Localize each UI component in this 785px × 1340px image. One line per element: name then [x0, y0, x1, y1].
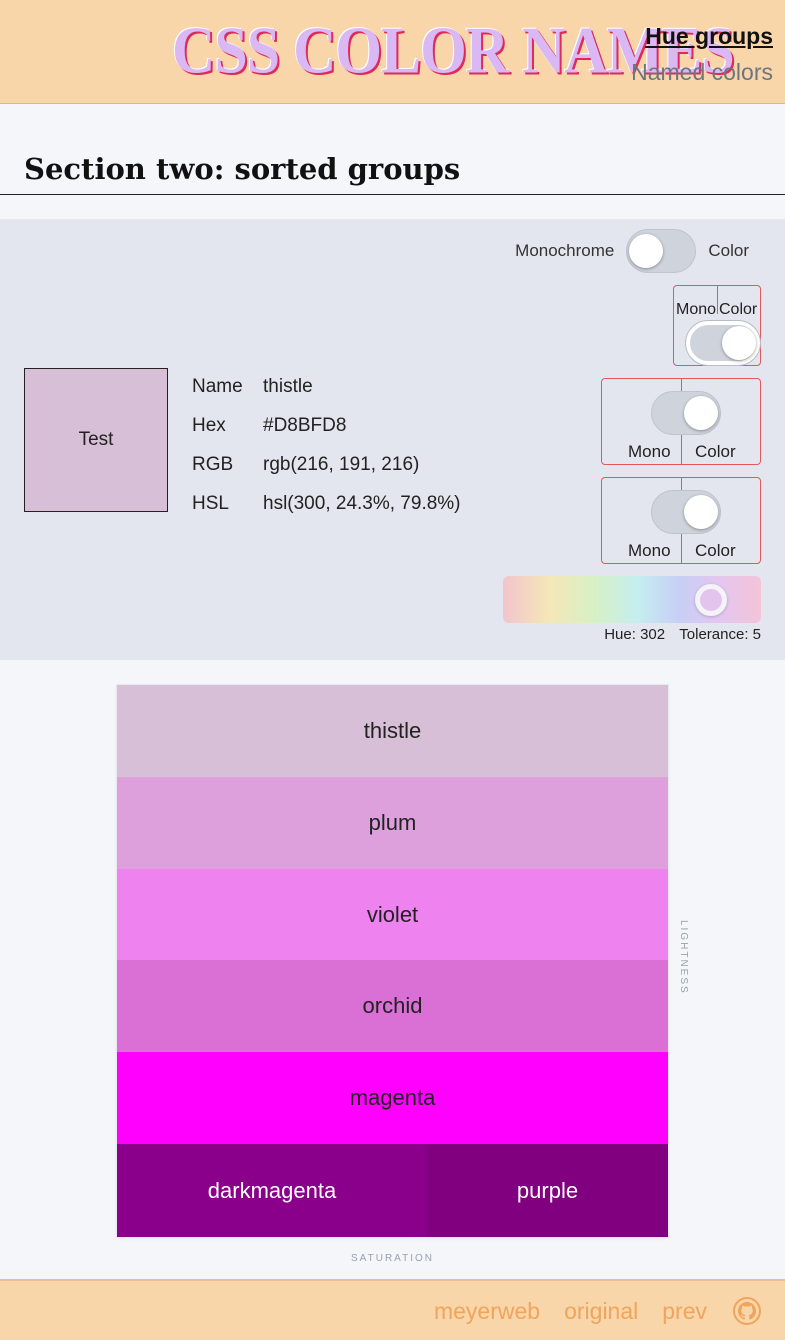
color-band-magenta[interactable]: magenta: [117, 1052, 668, 1144]
controls-panel: Monochrome Color Mono Color Mono Color M…: [0, 219, 785, 660]
github-icon[interactable]: [733, 1297, 761, 1325]
toggle-2-switch[interactable]: [686, 321, 760, 365]
info-value: #D8BFD8: [263, 414, 347, 436]
color-band-thistle[interactable]: thistle: [117, 685, 668, 777]
color-band-purple[interactable]: purple: [427, 1144, 668, 1237]
color-band-violet[interactable]: violet: [117, 869, 668, 960]
toggle-3-switch[interactable]: [651, 391, 721, 435]
info-value: rgb(216, 191, 216): [263, 453, 420, 475]
main-nav: Hue groups Named colors: [631, 18, 773, 90]
hue-label: Hue: 302: [604, 626, 666, 643]
info-key: HSL: [192, 492, 229, 514]
info-row-hex: Hex #D8BFD8: [192, 406, 461, 445]
toggle-box-2-left-label: Mono: [676, 301, 717, 318]
footer-links: meyerweb original prev: [410, 1297, 761, 1325]
y-axis-label: LIGHTNESS: [678, 920, 689, 995]
footer-link-original[interactable]: original: [564, 1298, 638, 1325]
color-band-darkmagenta[interactable]: darkmagenta: [117, 1144, 427, 1237]
toggle-4-switch[interactable]: [651, 490, 721, 534]
toggle-box-4-right-label: Color: [695, 541, 736, 560]
info-key: Hex: [192, 414, 226, 436]
title-divider: [0, 194, 785, 195]
color-info: Name thistle Hex #D8BFD8 RGB rgb(216, 19…: [192, 367, 461, 523]
github-icon: [738, 1302, 756, 1320]
hue-slider-thumb[interactable]: [695, 584, 727, 616]
monochrome-color-switch[interactable]: [626, 229, 697, 273]
toggle-box-3-right-label: Color: [695, 442, 736, 461]
info-row-rgb: RGB rgb(216, 191, 216): [192, 445, 461, 484]
color-swatch: Test: [24, 368, 168, 512]
toggle-box-3-left-label: Mono: [628, 442, 671, 461]
color-group-chart: thistle plum violet orchid magenta darkm…: [117, 685, 668, 1237]
section-title: Section two: sorted groups: [24, 152, 461, 186]
x-axis-label: SATURATION: [351, 1253, 434, 1264]
toggle-box-4: Mono Color: [601, 477, 761, 564]
info-value: thistle: [263, 375, 313, 397]
toggle-box-2-right-label: Color: [719, 301, 758, 318]
site-header: CSS COLOR NAMES Hue groups Named colors: [0, 0, 785, 104]
nav-hue-groups[interactable]: Hue groups: [631, 18, 773, 54]
footer-link-prev[interactable]: prev: [662, 1298, 707, 1325]
footer-link-meyerweb[interactable]: meyerweb: [434, 1298, 540, 1325]
switch-knob: [684, 495, 718, 529]
mode-toggle-left-label: Monochrome: [515, 241, 615, 260]
nav-named-colors[interactable]: Named colors: [631, 54, 773, 90]
toggle-box-3: Mono Color: [601, 378, 761, 465]
mode-toggle-right-label: Color: [708, 241, 749, 260]
site-footer: meyerweb original prev: [0, 1279, 785, 1340]
tolerance-label: Tolerance: 5: [679, 626, 761, 643]
info-row-name: Name thistle: [192, 367, 461, 406]
switch-knob: [722, 326, 756, 360]
info-value: hsl(300, 24.3%, 79.8%): [263, 492, 461, 514]
toggle-box-4-left-label: Mono: [628, 541, 671, 560]
hue-slider[interactable]: [503, 576, 761, 623]
toggle-box-2: Mono Color: [673, 285, 761, 366]
switch-knob: [684, 396, 718, 430]
color-band-plum[interactable]: plum: [117, 777, 668, 869]
hue-readout: Hue: 302 Tolerance: 5: [604, 626, 761, 643]
info-key: RGB: [192, 453, 234, 475]
info-row-hsl: HSL hsl(300, 24.3%, 79.8%): [192, 484, 461, 523]
color-band-orchid[interactable]: orchid: [117, 960, 668, 1052]
info-key: Name: [192, 375, 243, 397]
mode-toggle-row: Monochrome Color: [515, 229, 749, 273]
switch-knob: [629, 234, 664, 268]
